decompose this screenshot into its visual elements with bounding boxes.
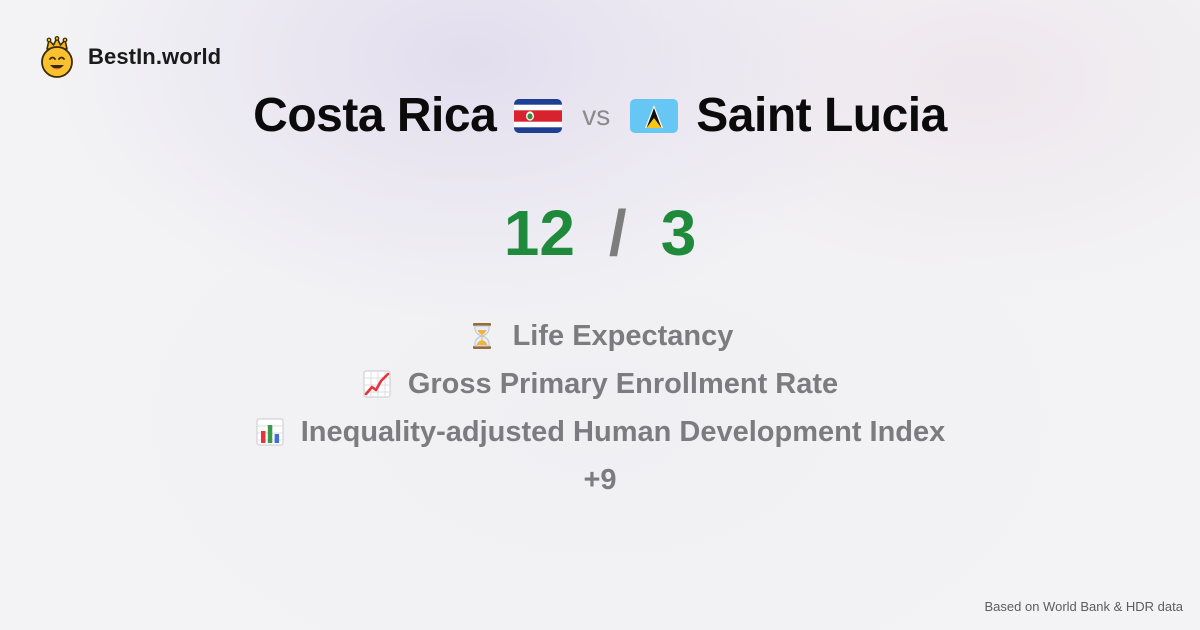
brand-link[interactable]: BestIn.world xyxy=(38,36,221,78)
metric-label: Gross Primary Enrollment Rate xyxy=(407,367,839,400)
country-a-name: Costa Rica xyxy=(253,89,497,142)
chart-increasing-icon xyxy=(363,370,391,398)
score-b: 3 xyxy=(660,197,697,269)
vs-label: vs xyxy=(582,99,611,131)
metric-item: Inequality-adjusted Human Development In… xyxy=(255,408,946,456)
more-metrics-count: +9 xyxy=(583,463,617,496)
metric-label: Life Expectancy xyxy=(512,319,734,352)
score-a: 12 xyxy=(503,197,575,269)
costa-rica-flag-icon xyxy=(514,98,563,133)
metric-item: Gross Primary Enrollment Rate xyxy=(362,360,838,408)
metric-item: Life Expectancy xyxy=(467,312,734,360)
crown-smiley-icon xyxy=(41,36,73,78)
metric-label: Inequality-adjusted Human Development In… xyxy=(300,415,946,448)
country-b-name: Saint Lucia xyxy=(696,89,947,142)
hourglass-icon xyxy=(472,323,491,349)
saint-lucia-flag-icon xyxy=(630,98,679,133)
score-display: 12 / 3 xyxy=(0,196,1200,270)
brand-name: BestIn.world xyxy=(88,44,222,69)
metric-list: Life Expectancy Gross Primary Enrollment… xyxy=(0,312,1200,504)
bar-chart-icon xyxy=(256,418,284,446)
data-source-note: Based on World Bank & HDR data xyxy=(984,599,1183,614)
score-separator: / xyxy=(608,197,627,269)
comparison-title: Costa Rica vs Saint Lucia xyxy=(0,88,1200,143)
